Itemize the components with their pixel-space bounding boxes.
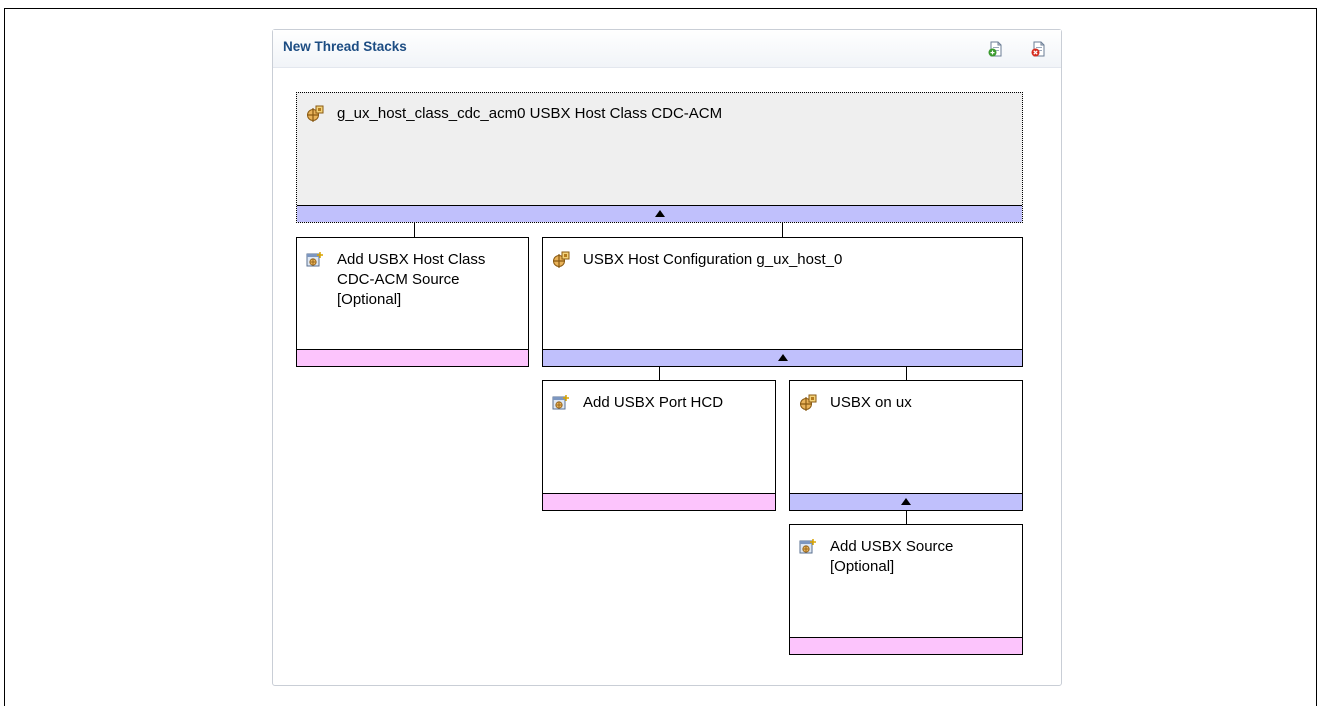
connector <box>414 223 415 237</box>
module-add-usbx-source[interactable]: Add USBX Source [Optional] <box>789 524 1023 655</box>
module-label: USBX Host Configuration g_ux_host_0 <box>583 251 843 268</box>
optional-bar <box>297 349 528 366</box>
add-module-icon <box>552 394 570 412</box>
add-stack-icon[interactable] <box>988 41 1004 57</box>
module-instance-icon <box>552 251 570 269</box>
collapse-arrow-icon <box>901 498 911 505</box>
module-instance-icon <box>306 105 324 123</box>
connector <box>782 223 783 237</box>
module-label: Add USBX Port HCD <box>583 394 724 411</box>
module-instance-icon <box>799 394 817 412</box>
panel-title: New Thread Stacks <box>283 39 407 54</box>
module-cdc-acm[interactable]: g_ux_host_class_cdc_acm0 USBX Host Class… <box>296 92 1023 223</box>
module-label: USBX on ux <box>830 394 912 411</box>
module-label: Add USBX Source [Optional] <box>830 538 954 575</box>
remove-stack-icon[interactable] <box>1031 41 1047 57</box>
module-usbx-host-configuration[interactable]: USBX Host Configuration g_ux_host_0 <box>542 237 1023 367</box>
module-add-usbx-port-hcd[interactable]: Add USBX Port HCD <box>542 380 776 511</box>
add-module-icon <box>799 538 817 556</box>
optional-bar <box>543 493 775 510</box>
connector <box>906 366 907 381</box>
expand-bar[interactable] <box>790 493 1022 510</box>
module-label: g_ux_host_class_cdc_acm0 USBX Host Class… <box>337 105 723 122</box>
module-add-cdc-acm-source[interactable]: Add USBX Host Class CDC-ACM Source [Opti… <box>296 237 529 367</box>
expand-bar[interactable] <box>297 205 1022 222</box>
connector <box>659 366 660 381</box>
connector <box>906 510 907 525</box>
add-module-icon <box>306 251 324 269</box>
panel-header: New Thread Stacks <box>273 30 1061 68</box>
optional-bar <box>790 637 1022 654</box>
collapse-arrow-icon <box>777 354 788 361</box>
module-label: Add USBX Host Class CDC-ACM Source [Opti… <box>337 251 486 308</box>
collapse-arrow-icon <box>654 210 665 217</box>
expand-bar[interactable] <box>543 349 1022 366</box>
module-usbx-on-ux[interactable]: USBX on ux <box>789 380 1023 511</box>
